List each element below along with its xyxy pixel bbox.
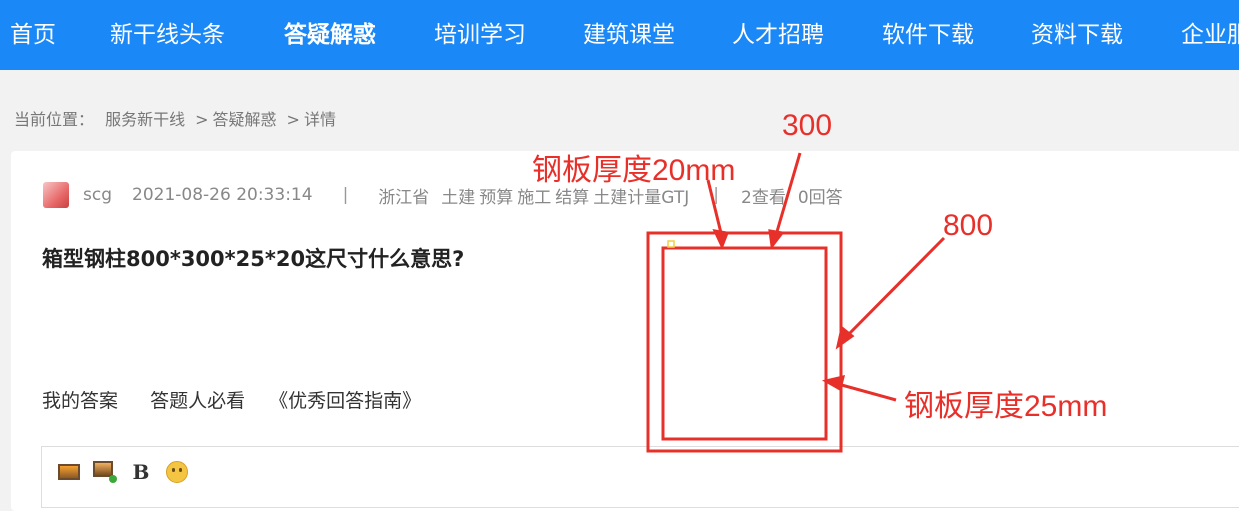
bold-button[interactable]: B [128, 459, 154, 485]
question-title: 箱型钢柱800*300*25*20这尺寸什么意思? [42, 247, 465, 271]
label-top-thickness: 钢板厚度20mm [532, 154, 736, 187]
insert-image-button[interactable] [56, 459, 82, 485]
meta-divider: | [342, 185, 349, 205]
breadcrumb-current: 详情 [303, 110, 336, 129]
nav-item-enterprise[interactable]: 企业服 [1181, 0, 1239, 70]
nav-item-home[interactable]: 首页 [10, 0, 56, 70]
multi-image-icon [93, 461, 117, 483]
my-answer-label: 我的答案 [42, 390, 119, 412]
nav-item-software[interactable]: 软件下载 [882, 0, 974, 70]
nav-item-classroom[interactable]: 建筑课堂 [583, 0, 675, 70]
editor-toolbar: B [56, 459, 200, 485]
nav-item-headlines[interactable]: 新干线头条 [110, 0, 225, 70]
post-region: 浙江省 [378, 187, 430, 208]
breadcrumb: 当前位置： 服务新干线 > 答疑解惑 > 详情 [14, 106, 342, 130]
avatar[interactable] [43, 182, 69, 208]
post-counts: 2查看 0回答 [741, 183, 855, 208]
breadcrumb-separator: > [286, 110, 300, 129]
image-icon [58, 464, 80, 480]
breadcrumb-qa[interactable]: 答疑解惑 [213, 110, 277, 129]
tag-budget[interactable]: 预算 [479, 183, 513, 208]
label-side-thickness: 钢板厚度25mm [904, 390, 1108, 423]
answer-count: 0回答 [797, 187, 843, 208]
must-read-label: 答题人必看 [150, 390, 246, 412]
breadcrumb-separator: > [195, 110, 209, 129]
emoji-icon [166, 461, 188, 483]
bold-icon: B [132, 460, 150, 484]
view-count: 2查看 [741, 187, 786, 208]
nav-item-documents[interactable]: 资料下载 [1031, 0, 1123, 70]
breadcrumb-service[interactable]: 服务新干线 [105, 110, 185, 129]
nav-item-qa[interactable]: 答疑解惑 [284, 0, 376, 70]
breadcrumb-prefix: 当前位置： [14, 110, 95, 129]
label-height: 800 [943, 209, 994, 242]
post-datetime: 2021-08-26 20:33:14 [132, 185, 313, 205]
emoji-button[interactable] [164, 459, 190, 485]
tag-civil[interactable]: 土建 [441, 183, 475, 208]
nav-item-training[interactable]: 培训学习 [434, 0, 526, 70]
insert-multi-image-button[interactable] [92, 459, 118, 485]
nav-item-jobs[interactable]: 人才招聘 [732, 0, 824, 70]
top-nav: 首页 新干线头条 答疑解惑 培训学习 建筑课堂 人才招聘 软件下载 资料下载 企… [0, 0, 1239, 70]
answer-bar: 我的答案 答题人必看 《优秀回答指南》 [42, 386, 447, 413]
answer-editor[interactable]: B [41, 446, 1239, 508]
label-width: 300 [782, 109, 833, 142]
answer-guide-link[interactable]: 《优秀回答指南》 [269, 390, 421, 412]
username[interactable]: scg [83, 185, 112, 205]
